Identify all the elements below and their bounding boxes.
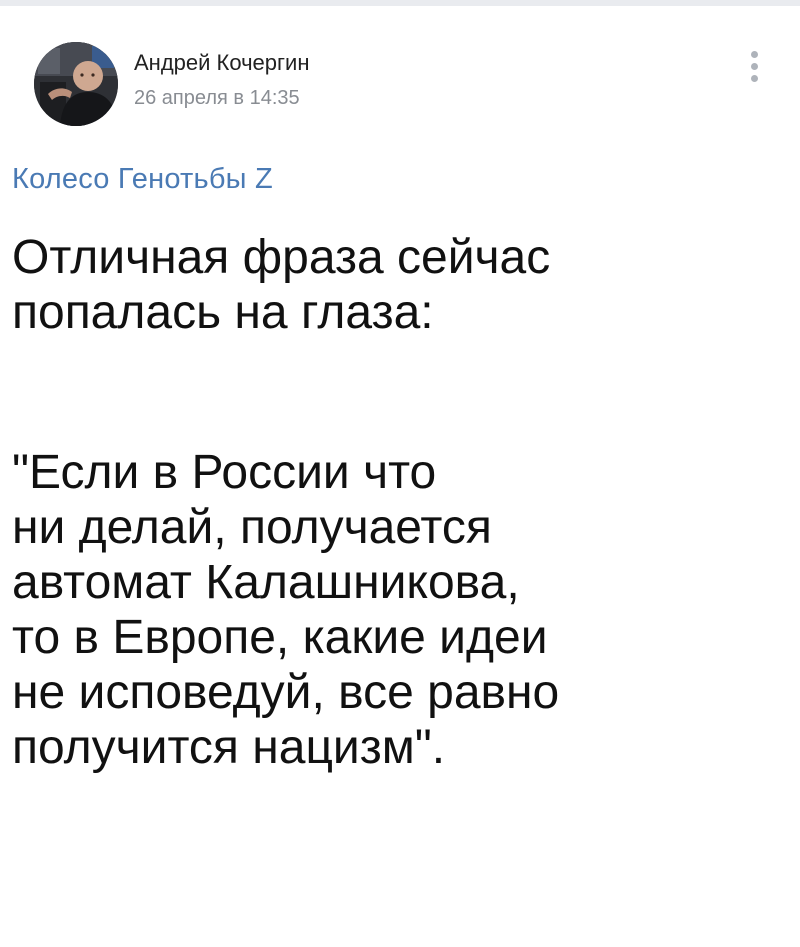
post-text-line: то в Европе, какие идеи bbox=[12, 611, 548, 664]
post-card: Андрей Кочергин 26 апреля в 14:35 Колесо… bbox=[0, 6, 800, 947]
post-text-line: автомат Калашникова, bbox=[12, 556, 520, 609]
post-text-line: получится нацизм". bbox=[12, 721, 446, 774]
source-community-link[interactable]: Колесо Генотьбы Z bbox=[12, 163, 273, 196]
post-text-line: "Если в России что bbox=[12, 446, 437, 499]
post-timestamp[interactable]: 26 апреля в 14:35 bbox=[134, 87, 300, 110]
post-body: Отличная фраза сейчас попалась на глаза:… bbox=[12, 230, 792, 775]
user-photo-avatar-icon bbox=[34, 42, 118, 126]
menu-dot bbox=[750, 62, 758, 70]
author-avatar[interactable] bbox=[34, 42, 118, 126]
post-text-line: не исповедуй, все равно bbox=[12, 666, 560, 719]
post-menu-button[interactable] bbox=[740, 44, 768, 88]
post-text-line: ни делай, получается bbox=[12, 501, 492, 554]
vertical-dots-icon bbox=[750, 50, 758, 58]
post-text-line: Отличная фраза сейчас bbox=[12, 231, 551, 284]
post-text-line: попалась на глаза: bbox=[12, 286, 434, 339]
menu-dot bbox=[750, 74, 758, 82]
author-name[interactable]: Андрей Кочергин bbox=[134, 50, 310, 76]
